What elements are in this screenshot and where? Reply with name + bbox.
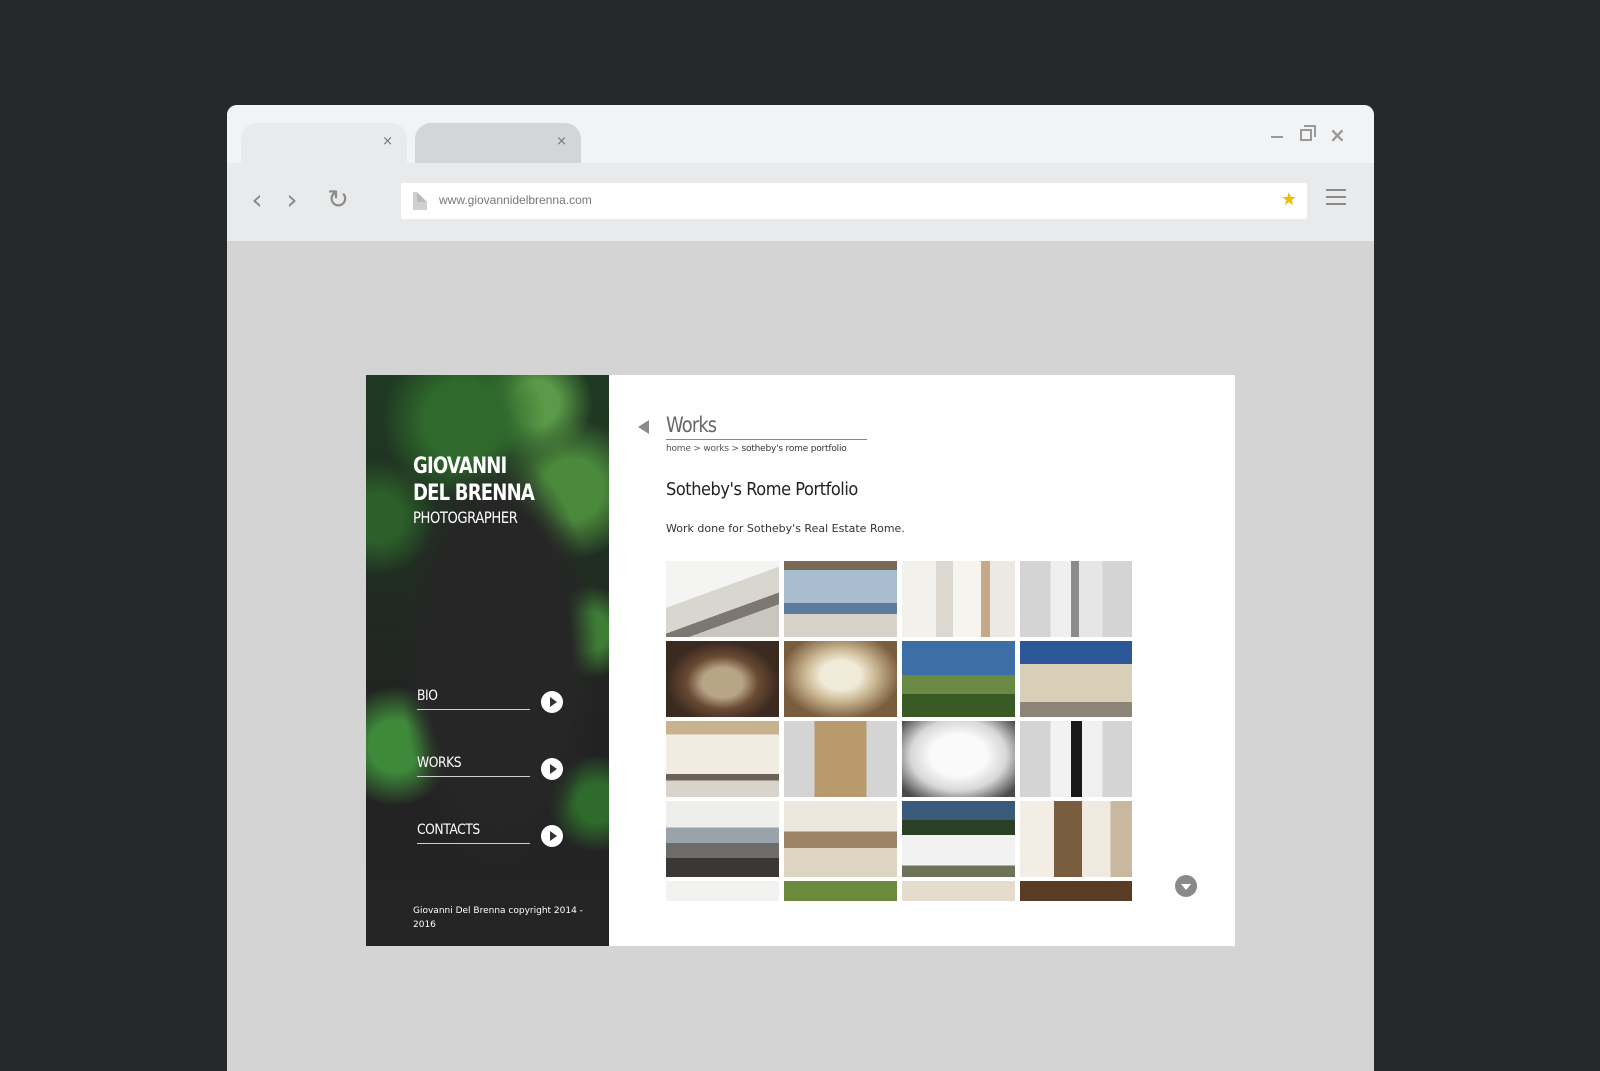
play-arrow-icon[interactable] bbox=[541, 691, 563, 713]
gallery-thumbnail[interactable] bbox=[784, 881, 897, 901]
gallery-thumbnail[interactable] bbox=[1020, 801, 1132, 877]
photo-gallery bbox=[666, 561, 1132, 901]
breadcrumb-separator: > bbox=[728, 444, 742, 454]
gallery-thumbnail[interactable] bbox=[666, 721, 779, 797]
tab-bar: × × × bbox=[227, 105, 1374, 163]
browser-window: × × × ‹ › ↻ www.giovannidelbrenna.com ★ … bbox=[227, 105, 1374, 1071]
gallery-thumbnail[interactable] bbox=[666, 641, 779, 717]
breadcrumb: home > works > sotheby's rome portfolio bbox=[666, 444, 847, 454]
brand-name-line2: DEL BRENNA bbox=[413, 481, 535, 506]
sidebar-item-label: WORKS bbox=[417, 755, 462, 771]
copyright-text: Giovanni Del Brenna copyright 2014 - 201… bbox=[413, 906, 583, 930]
gallery-thumbnail[interactable] bbox=[784, 801, 897, 877]
gallery-thumbnail[interactable] bbox=[1020, 721, 1132, 797]
back-arrow-icon[interactable] bbox=[638, 420, 649, 434]
browser-toolbar: ‹ › ↻ www.giovannidelbrenna.com ★ bbox=[227, 163, 1374, 241]
gallery-thumbnail[interactable] bbox=[902, 561, 1015, 637]
divider bbox=[417, 843, 530, 844]
gallery-thumbnail[interactable] bbox=[1020, 561, 1132, 637]
address-bar[interactable]: www.giovannidelbrenna.com ★ bbox=[401, 183, 1307, 219]
page-icon bbox=[413, 192, 427, 210]
divider bbox=[417, 776, 530, 777]
breadcrumb-works-link[interactable]: works bbox=[703, 444, 729, 454]
page-title: Works bbox=[666, 413, 717, 437]
gallery-thumbnail[interactable] bbox=[902, 881, 1015, 901]
url-text[interactable]: www.giovannidelbrenna.com bbox=[439, 193, 592, 207]
tab-close-icon[interactable]: × bbox=[382, 134, 393, 149]
title-underline bbox=[666, 439, 867, 440]
site-container: GIOVANNI DEL BRENNA PHOTOGRAPHER BIO WOR… bbox=[366, 375, 1235, 946]
window-close-icon[interactable]: × bbox=[1329, 123, 1346, 147]
gallery-thumbnail[interactable] bbox=[902, 721, 1015, 797]
gallery-thumbnail[interactable] bbox=[1020, 881, 1132, 901]
gallery-thumbnail[interactable] bbox=[784, 561, 897, 637]
reload-icon[interactable]: ↻ bbox=[325, 185, 351, 215]
divider bbox=[417, 709, 530, 710]
gallery-thumbnail[interactable] bbox=[666, 881, 779, 901]
portfolio-description: Work done for Sotheby's Real Estate Rome… bbox=[666, 522, 905, 535]
back-icon[interactable]: ‹ bbox=[244, 185, 270, 215]
sidebar: GIOVANNI DEL BRENNA PHOTOGRAPHER BIO WOR… bbox=[366, 375, 609, 946]
gallery-thumbnail[interactable] bbox=[902, 801, 1015, 877]
portfolio-title: Sotheby's Rome Portfolio bbox=[666, 479, 858, 500]
browser-menu-icon[interactable] bbox=[1326, 189, 1346, 205]
breadcrumb-current: sotheby's rome portfolio bbox=[741, 444, 847, 454]
restore-icon[interactable] bbox=[1300, 125, 1316, 141]
scroll-down-icon[interactable] bbox=[1175, 875, 1197, 897]
brand-subtitle: PHOTOGRAPHER bbox=[413, 508, 518, 527]
breadcrumb-home-link[interactable]: home bbox=[666, 444, 691, 454]
page-viewport: GIOVANNI DEL BRENNA PHOTOGRAPHER BIO WOR… bbox=[227, 241, 1374, 1071]
browser-tab-1[interactable]: × bbox=[241, 123, 407, 163]
tab-close-icon[interactable]: × bbox=[556, 134, 567, 149]
minimize-icon[interactable] bbox=[1271, 136, 1283, 138]
forward-icon[interactable]: › bbox=[279, 185, 305, 215]
breadcrumb-separator: > bbox=[690, 444, 704, 454]
browser-tab-2[interactable]: × bbox=[415, 123, 581, 163]
brand-name-line1: GIOVANNI bbox=[413, 454, 507, 479]
sidebar-item-label: CONTACTS bbox=[417, 822, 480, 838]
gallery-thumbnail[interactable] bbox=[666, 801, 779, 877]
sidebar-item-works[interactable]: WORKS bbox=[417, 755, 567, 785]
bookmark-star-icon[interactable]: ★ bbox=[1281, 189, 1297, 210]
gallery-thumbnail[interactable] bbox=[784, 641, 897, 717]
gallery-thumbnail[interactable] bbox=[902, 641, 1015, 717]
gallery-thumbnail[interactable] bbox=[784, 721, 897, 797]
gallery-thumbnail[interactable] bbox=[1020, 641, 1132, 717]
sidebar-item-bio[interactable]: BIO bbox=[417, 688, 567, 718]
play-arrow-icon[interactable] bbox=[541, 758, 563, 780]
sidebar-item-contacts[interactable]: CONTACTS bbox=[417, 822, 567, 852]
gallery-thumbnail[interactable] bbox=[666, 561, 779, 637]
sidebar-item-label: BIO bbox=[417, 688, 438, 704]
play-arrow-icon[interactable] bbox=[541, 825, 563, 847]
brand-logo[interactable]: GIOVANNI DEL BRENNA PHOTOGRAPHER bbox=[413, 453, 609, 529]
